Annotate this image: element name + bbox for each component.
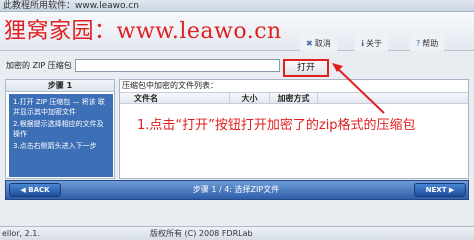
toolbar: 狸窝家园：www.leawo.cn ✖ 取消 ℹ 关于 ? 帮助 [0, 12, 474, 54]
steps-header: 步骤 1 [6, 80, 114, 92]
zip-label: 加密的 ZIP 压缩包 [6, 61, 72, 70]
copyright-text: 版权所有 (C) 2008 FDRLab [150, 229, 253, 238]
zip-path-input[interactable] [75, 59, 280, 72]
next-arrow-icon: ▶ [446, 186, 455, 194]
step-indicator: 步骤 1 / 4: 选择ZIP文件 [192, 185, 280, 194]
step-item: 2.根据提示选择相应的文件及操作 [13, 120, 104, 138]
back-button[interactable]: ◀ BACK [9, 183, 61, 197]
next-button[interactable]: NEXT ▶ [414, 183, 466, 197]
column-size[interactable]: 大小 [230, 93, 270, 104]
column-encryption[interactable]: 加密方式 [270, 93, 318, 104]
zip-row: 加密的 ZIP 压缩包 打开 [0, 51, 474, 79]
status-left: ellor, 2.1. [2, 229, 40, 238]
file-list-caption: 压缩包中加密的文件列表： [122, 81, 218, 90]
bottom-nav-bar: ◀ BACK 步骤 1 / 4: 选择ZIP文件 NEXT ▶ [5, 180, 469, 200]
status-bar: ellor, 2.1. 版权所有 (C) 2008 FDRLab [0, 226, 474, 240]
steps-panel: 步骤 1 1.打开 ZIP 压缩包 — 将该 联并显示其中加密文件 2.根据提示… [5, 79, 115, 179]
title-bar: 此教程所用软件：www.leawo.cn [0, 0, 474, 12]
open-button[interactable]: 打开 [283, 59, 329, 77]
file-list-header: 文件名 大小 加密方式 [120, 92, 468, 104]
column-filename[interactable]: 文件名 [120, 93, 230, 104]
step-item: 1.打开 ZIP 压缩包 — 将该 联并显示其中加密文件 [13, 98, 105, 116]
window-title: 此教程所用软件：www.leawo.cn [3, 1, 139, 11]
step-item: 3.点击右侧箭头进入下一步 [13, 142, 97, 150]
annotation-text: 1.点击“打开”按钮打开加密了的zip格式的压缩包 [137, 118, 416, 133]
footer-spacer [0, 201, 474, 226]
steps-body: 1.打开 ZIP 压缩包 — 将该 联并显示其中加密文件 2.根据提示选择相应的… [9, 94, 113, 177]
watermark-text: 狸窝家园：www.leawo.cn [4, 19, 282, 44]
